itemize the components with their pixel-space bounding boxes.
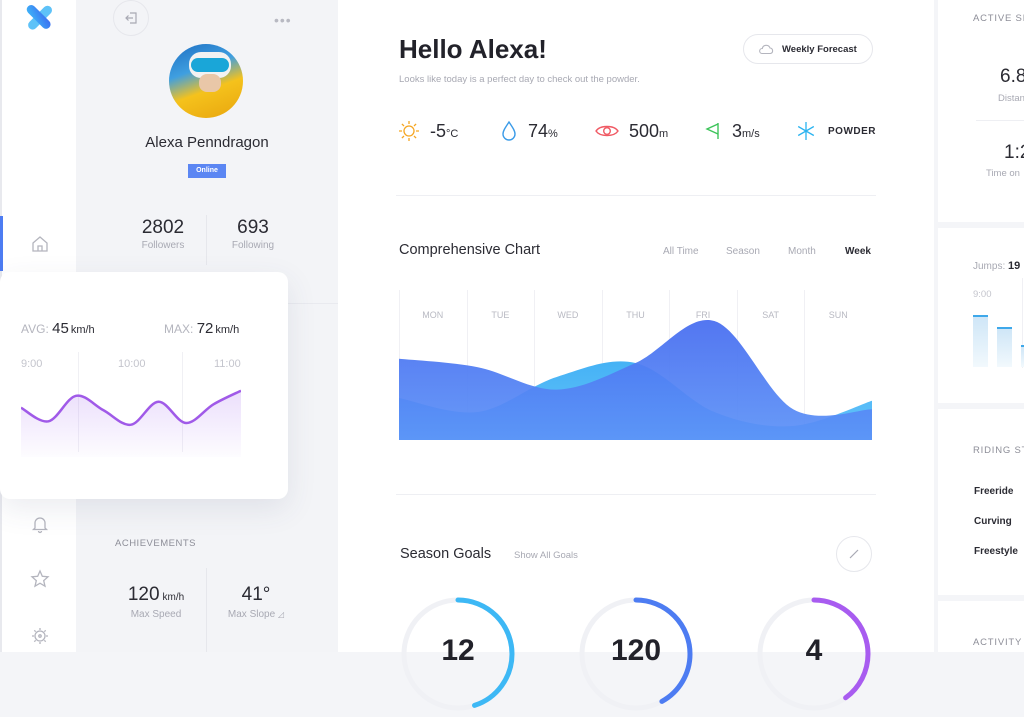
profile-name: Alexa Penndragon — [145, 134, 269, 151]
max-speed-label: Max Speed — [130, 609, 182, 620]
following-stat[interactable]: 693 Following — [216, 217, 290, 251]
max-speed-value: 120 — [127, 584, 160, 605]
riding-style-item: Curving — [974, 516, 1012, 527]
max-slope-value: 41° — [241, 584, 271, 605]
goal-item[interactable]: 12 — [400, 596, 516, 712]
avg-label: AVG: — [21, 322, 49, 336]
max-speed-stat: 120 km/h Max Speed — [106, 584, 206, 620]
app-logo[interactable] — [24, 4, 54, 32]
following-label: Following — [231, 240, 275, 251]
active-session-title: ACTIVE SE — [973, 13, 1024, 24]
main-panel: Hello Alexa! Looks like today is a perfe… — [338, 0, 934, 711]
activity-title: ACTIVITY — [973, 637, 1023, 648]
goal-value: 12 — [441, 634, 475, 667]
riding-style-card: RIDING ST Freeride Curving Freestyle — [938, 409, 1024, 595]
distance-value: 6.8 — [1000, 66, 1024, 87]
time-label: 10:00 — [118, 358, 146, 370]
speed-card: AVG: 45 km/h MAX: 72 km/h 9:00 10:00 11:00 — [0, 272, 288, 499]
avg-speed: AVG: 45 km/h — [21, 320, 95, 337]
followers-label: Followers — [141, 240, 185, 251]
gear-icon — [32, 628, 48, 644]
jumps-time: 9:00 — [973, 289, 992, 300]
goal-item[interactable]: 4 — [756, 596, 872, 712]
riding-style-title: RIDING ST — [973, 445, 1024, 456]
riding-style-item: Freestyle — [974, 546, 1018, 557]
time-on-slope-value: 1:2 — [1004, 142, 1024, 163]
following-value: 693 — [237, 217, 269, 238]
goal-value: 4 — [805, 634, 823, 667]
sidebar-item-settings[interactable] — [28, 624, 52, 648]
riding-style-item: Freeride — [974, 486, 1014, 497]
logout-icon — [125, 12, 137, 24]
star-icon — [30, 569, 50, 588]
more-options-button[interactable]: ••• — [274, 12, 292, 28]
followers-stat[interactable]: 2802 Followers — [126, 217, 200, 251]
activity-card: ACTIVITY — [938, 601, 1024, 652]
avg-unit: km/h — [70, 324, 95, 336]
time-on-slope-label: Time on — [986, 168, 1020, 179]
home-icon — [32, 236, 48, 252]
jumps-label: Jumps: — [973, 261, 1006, 272]
achievements-title: ACHIEVEMENTS — [115, 538, 196, 549]
goals-list: 12 120 4 — [338, 0, 934, 711]
bell-icon — [31, 517, 49, 534]
goal-value: 120 — [610, 634, 662, 667]
jumps-card: Jumps: 19 9:00 — [938, 228, 1024, 403]
time-label: 11:00 — [214, 358, 241, 370]
max-slope-label: Max Slope — [227, 609, 276, 620]
avg-value: 45 — [52, 320, 69, 337]
goal-item[interactable]: 120 — [578, 596, 694, 712]
jumps-stat: Jumps: 19 — [973, 260, 1020, 272]
sidebar-item-notifications[interactable] — [28, 512, 52, 536]
distance-label: Distan — [998, 93, 1024, 104]
max-speed: MAX: 72 km/h — [164, 320, 239, 337]
jump-bar — [973, 315, 988, 367]
active-indicator — [0, 216, 3, 271]
avatar[interactable] — [169, 44, 243, 118]
slope-icon: ◿ — [277, 610, 285, 619]
max-speed-unit: km/h — [162, 592, 185, 603]
time-label: 9:00 — [21, 358, 43, 370]
followers-value: 2802 — [141, 217, 185, 238]
max-label: MAX: — [164, 322, 194, 336]
sidebar-item-favorites[interactable] — [28, 567, 52, 591]
jump-bar — [997, 327, 1012, 367]
jumps-value: 19 — [1008, 260, 1021, 272]
status-badge: Online — [188, 164, 226, 178]
speed-chart — [21, 389, 241, 457]
divider — [206, 215, 207, 265]
active-session-card: ACTIVE SE 6.8 Distan 1:2 Time on — [938, 0, 1024, 222]
logout-button[interactable] — [113, 0, 149, 36]
right-panel: ACTIVE SE 6.8 Distan 1:2 Time on Jumps: … — [934, 0, 1024, 652]
max-unit: km/h — [215, 324, 240, 336]
divider — [976, 120, 1024, 121]
sidebar-item-home[interactable] — [28, 232, 52, 256]
max-slope-stat: 41° Max Slope ◿ — [206, 584, 306, 620]
max-value: 72 — [196, 320, 214, 337]
